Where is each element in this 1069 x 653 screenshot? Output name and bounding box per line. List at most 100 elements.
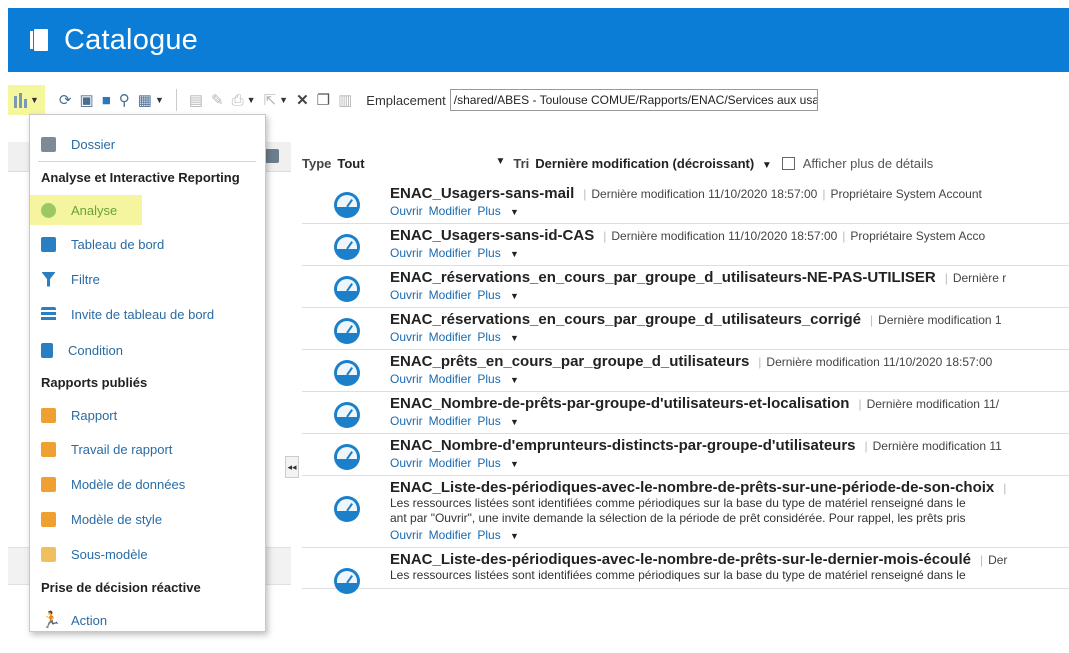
item-name[interactable]: ENAC_réservations_en_cours_par_groupe_d_… xyxy=(390,311,861,328)
menu-item-label: Tableau de bord xyxy=(71,236,165,252)
new-button[interactable]: ▼ xyxy=(8,85,45,115)
folder-icon xyxy=(41,136,56,152)
edit-link[interactable]: Modifier xyxy=(429,528,472,542)
sort-select[interactable]: Dernière modification (décroissant) ▼ xyxy=(535,156,771,171)
upload-folder-icon: ▣ xyxy=(79,92,94,109)
share-button[interactable]: ⇱ ▼ xyxy=(260,85,293,115)
open-link[interactable]: Ouvrir xyxy=(390,372,423,386)
menu-item-report-job[interactable]: Travail de rapport xyxy=(30,434,265,464)
analysis-gauge-icon[interactable] xyxy=(334,444,360,470)
menu-item-label: Condition xyxy=(68,342,123,358)
details-checkbox-label: Afficher plus de détails xyxy=(802,155,934,171)
item-name[interactable]: ENAC_Liste-des-périodiques-avec-le-nombr… xyxy=(390,479,994,496)
dashboard-icon xyxy=(41,236,56,252)
item-meta: Der xyxy=(988,553,1008,567)
menu-item-sub-template[interactable]: Sous-modèle xyxy=(30,539,265,569)
menu-item-data-model[interactable]: Modèle de données xyxy=(30,469,265,499)
book-icon xyxy=(30,29,48,51)
item-name[interactable]: ENAC_Usagers-sans-mail xyxy=(390,185,574,202)
menu-item-condition[interactable]: Condition xyxy=(30,335,265,365)
paste-button[interactable]: ▥ xyxy=(334,85,356,115)
folder-action-icon[interactable] xyxy=(265,149,279,163)
location-field[interactable]: /shared/ABES - Toulouse COMUE/Rapports/E… xyxy=(449,89,818,111)
view-button[interactable]: ▦ ▼ xyxy=(134,85,168,115)
type-value: Tout xyxy=(337,155,365,171)
chevron-down-icon: ▼ xyxy=(154,95,164,105)
copy-button[interactable]: ❐ xyxy=(313,85,334,115)
filter-icon xyxy=(41,271,56,287)
more-link[interactable]: Plus ▼ xyxy=(477,246,525,260)
menu-item-filter[interactable]: Filtre xyxy=(30,264,265,294)
list-item: ENAC_réservations_en_cours_par_groupe_d_… xyxy=(302,308,1069,350)
open-link[interactable]: Ouvrir xyxy=(390,246,423,260)
analysis-gauge-icon[interactable] xyxy=(334,360,360,386)
print-button[interactable]: ⎙ ▼ xyxy=(228,85,260,115)
item-meta: Dernière modification 1 xyxy=(878,313,1002,327)
menu-item-folder[interactable]: Dossier xyxy=(30,129,265,159)
open-link[interactable]: Ouvrir xyxy=(390,288,423,302)
menu-item-dashboard-prompt[interactable]: Invite de tableau de bord xyxy=(30,299,265,329)
item-name[interactable]: ENAC_Liste-des-périodiques-avec-le-nombr… xyxy=(390,551,971,568)
item-name[interactable]: ENAC_Nombre-de-prêts-par-groupe-d'utilis… xyxy=(390,395,849,412)
sub-template-icon xyxy=(41,546,56,562)
details-checkbox[interactable] xyxy=(781,156,795,170)
more-link[interactable]: Plus ▼ xyxy=(477,528,525,542)
edit-button[interactable]: ✎ xyxy=(207,85,228,115)
new-folder-button[interactable]: ■ xyxy=(98,85,115,115)
open-link[interactable]: Ouvrir xyxy=(390,528,423,542)
list-item: ENAC_Usagers-sans-mail | Dernière modifica… xyxy=(302,182,1069,224)
item-name[interactable]: ENAC_Usagers-sans-id-CAS xyxy=(390,227,594,244)
analysis-gauge-icon[interactable] xyxy=(334,568,360,594)
menu-item-label: Modèle de données xyxy=(71,476,186,492)
analysis-gauge-icon[interactable] xyxy=(334,234,360,260)
analysis-gauge-icon[interactable] xyxy=(334,402,360,428)
running-man-icon: 🏃 xyxy=(41,611,61,629)
prompt-list-icon xyxy=(41,306,56,322)
open-link[interactable]: Ouvrir xyxy=(390,204,423,218)
analysis-gauge-icon[interactable] xyxy=(334,318,360,344)
list-item: ENAC_Nombre-d'emprunteurs-distincts-par-… xyxy=(302,434,1069,476)
edit-link[interactable]: Modifier xyxy=(429,288,472,302)
collapse-panel-button[interactable]: ◂◂ xyxy=(285,456,299,478)
close-icon: ✕ xyxy=(296,92,309,109)
item-name[interactable]: ENAC_prêts_en_cours_par_groupe_d_utilisa… xyxy=(390,353,749,370)
more-link[interactable]: Plus ▼ xyxy=(477,204,525,218)
more-link[interactable]: Plus ▼ xyxy=(477,414,525,428)
menu-section-analysis: Analyse et Interactive Reporting xyxy=(41,170,240,185)
chevron-down-icon: ▼ xyxy=(30,95,39,105)
refresh-button[interactable]: ⟳ xyxy=(55,85,76,115)
analysis-gauge-icon[interactable] xyxy=(334,496,360,522)
more-link[interactable]: Plus ▼ xyxy=(477,330,525,344)
menu-item-report[interactable]: Rapport xyxy=(30,400,265,430)
menu-item-style-template[interactable]: Modèle de style xyxy=(30,504,265,534)
menu-section-decision: Prise de décision réactive xyxy=(41,580,201,595)
open-link[interactable]: Ouvrir xyxy=(390,414,423,428)
edit-link[interactable]: Modifier xyxy=(429,372,472,386)
upload-button[interactable]: ▣ xyxy=(76,85,98,115)
edit-link[interactable]: Modifier xyxy=(429,246,472,260)
edit-link[interactable]: Modifier xyxy=(429,330,472,344)
more-link[interactable]: Plus ▼ xyxy=(477,372,525,386)
edit-link[interactable]: Modifier xyxy=(429,456,472,470)
menu-item-action[interactable]: 🏃 Action xyxy=(30,605,265,635)
analysis-gauge-icon[interactable] xyxy=(334,276,360,302)
properties-button[interactable]: ▤ xyxy=(185,85,207,115)
item-description: Les ressources listées sont identifiées … xyxy=(390,496,966,510)
search-button[interactable]: ⚲ xyxy=(115,85,134,115)
analysis-gauge-icon[interactable] xyxy=(334,192,360,218)
open-link[interactable]: Ouvrir xyxy=(390,456,423,470)
pencil-icon: ✎ xyxy=(211,92,224,109)
item-name[interactable]: ENAC_réservations_en_cours_par_groupe_d_… xyxy=(390,269,936,286)
condition-icon xyxy=(41,342,53,358)
menu-item-analysis[interactable]: Analyse xyxy=(30,195,142,225)
type-select[interactable]: Tout ▼ xyxy=(337,156,505,171)
more-link[interactable]: Plus ▼ xyxy=(477,456,525,470)
item-name[interactable]: ENAC_Nombre-d'emprunteurs-distincts-par-… xyxy=(390,437,856,454)
more-link[interactable]: Plus ▼ xyxy=(477,288,525,302)
edit-link[interactable]: Modifier xyxy=(429,414,472,428)
list-item: ENAC_Liste-des-périodiques-avec-le-nombr… xyxy=(302,476,1069,548)
edit-link[interactable]: Modifier xyxy=(429,204,472,218)
delete-button[interactable]: ✕ xyxy=(292,85,313,115)
menu-item-dashboard[interactable]: Tableau de bord xyxy=(30,229,265,259)
open-link[interactable]: Ouvrir xyxy=(390,330,423,344)
